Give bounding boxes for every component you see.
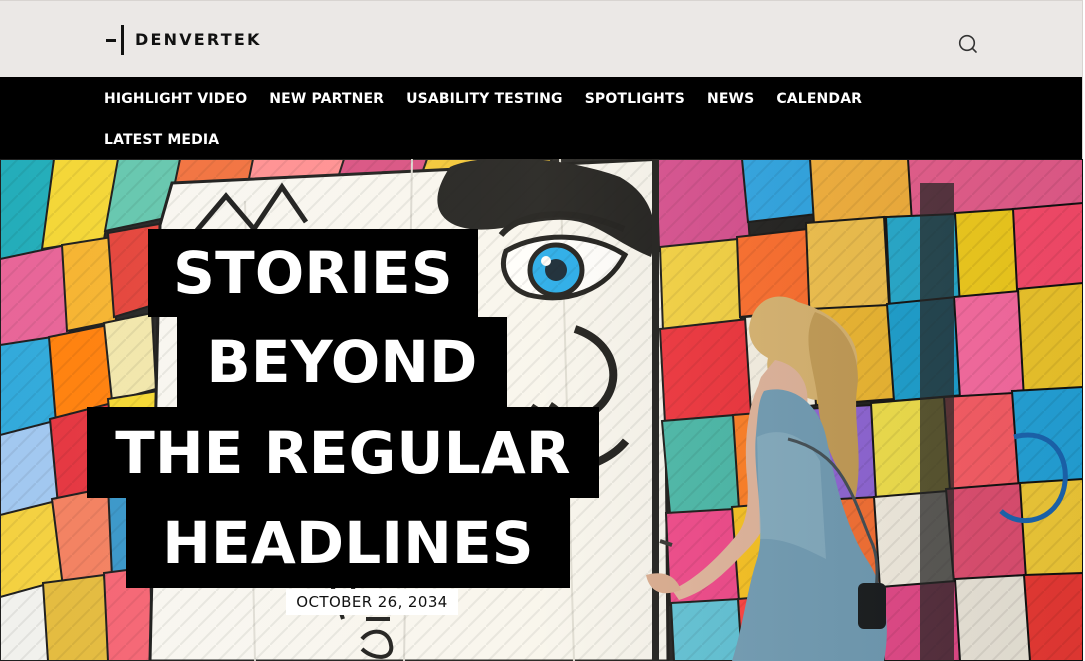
nav-new-partner[interactable]: NEW PARTNER bbox=[269, 89, 384, 109]
denvertek-logo-icon bbox=[106, 23, 127, 57]
webpage: DENVERTEK HIGHLIGHT VIDEO NEW PARTNER US… bbox=[0, 0, 1085, 661]
nav-news[interactable]: NEWS bbox=[707, 89, 754, 109]
main-navigation: HIGHLIGHT VIDEO NEW PARTNER USABILITY TE… bbox=[0, 77, 1083, 159]
brand-name: DENVERTEK bbox=[135, 30, 262, 49]
nav-highlight-video[interactable]: HIGHLIGHT VIDEO bbox=[104, 89, 247, 109]
site-header: DENVERTEK bbox=[0, 0, 1083, 77]
street-art-hero-image bbox=[0, 159, 1083, 661]
search-button[interactable] bbox=[956, 32, 980, 56]
publication-date: OCTOBER 26, 2034 bbox=[286, 589, 458, 615]
site-logo[interactable]: DENVERTEK bbox=[106, 23, 262, 57]
nav-spotlights[interactable]: SPOTLIGHTS bbox=[585, 89, 685, 109]
search-icon bbox=[958, 34, 977, 53]
nav-latest-media[interactable]: LATEST MEDIA bbox=[104, 130, 219, 150]
navigation-menu: HIGHLIGHT VIDEO NEW PARTNER USABILITY TE… bbox=[104, 89, 884, 150]
featured-hero[interactable]: STORIES BEYOND THE REGULAR HEADLINES OCT… bbox=[0, 159, 1083, 661]
nav-calendar[interactable]: CALENDAR bbox=[776, 89, 862, 109]
nav-usability-testing[interactable]: USABILITY TESTING bbox=[406, 89, 563, 109]
